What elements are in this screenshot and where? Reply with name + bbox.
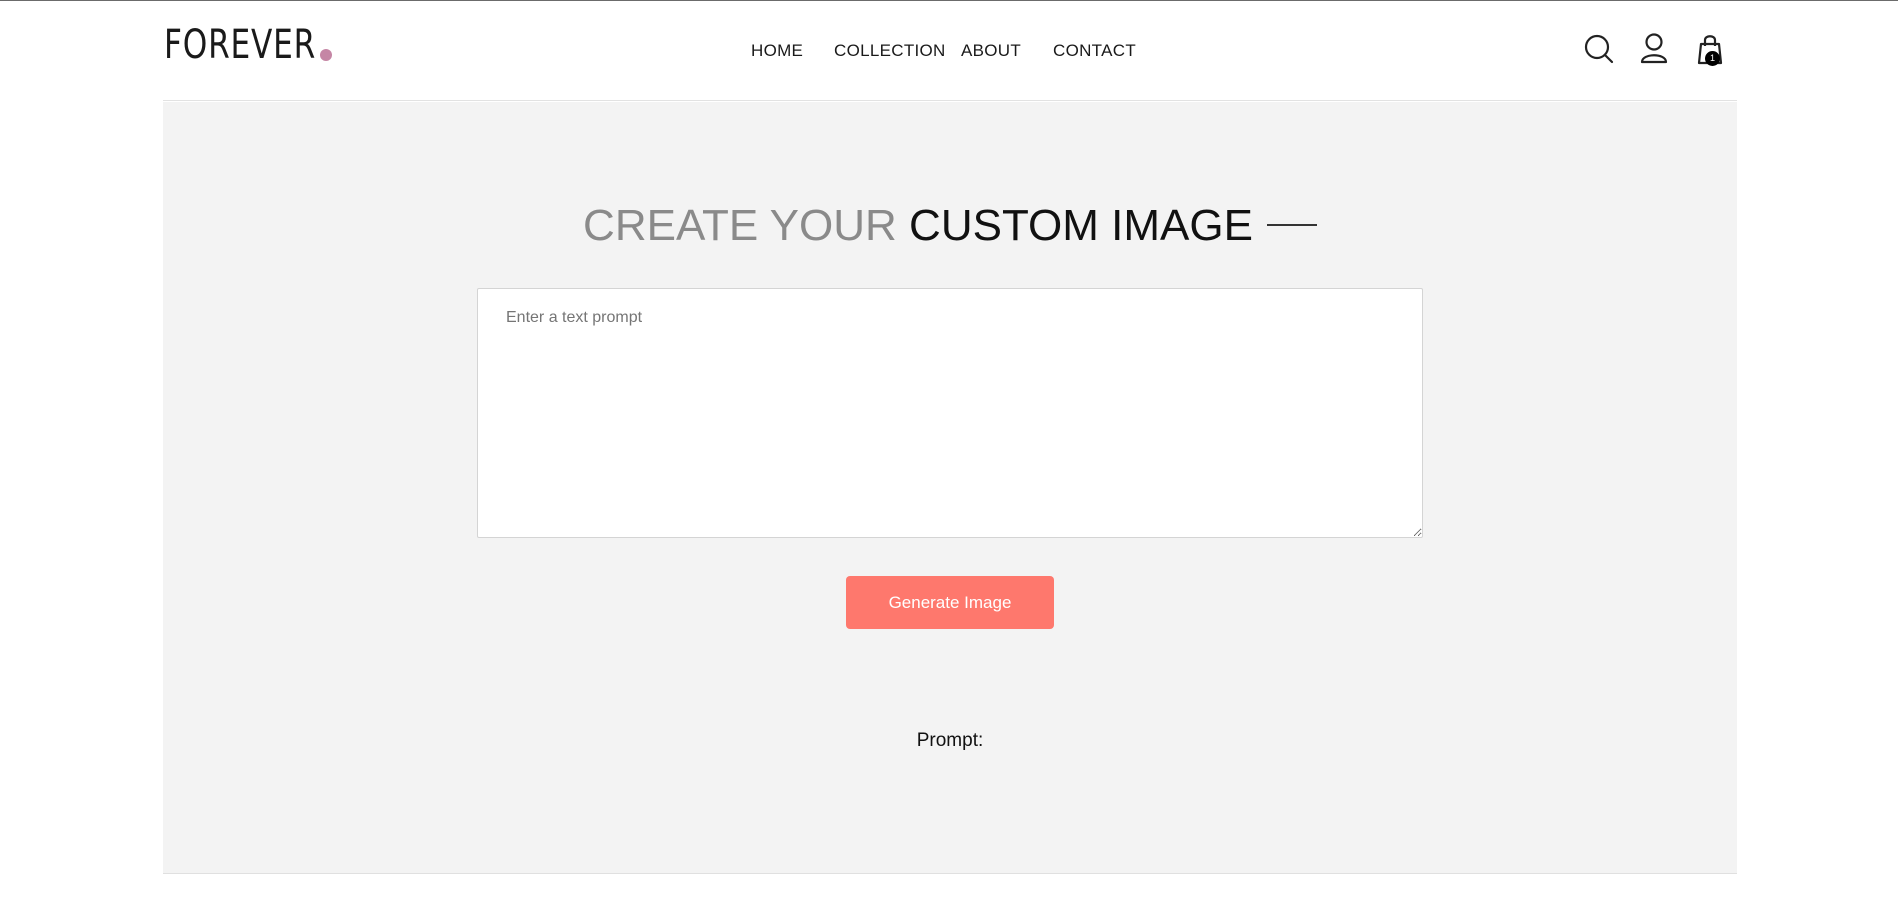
nav-about[interactable]: ABOUT (961, 41, 1021, 61)
nav-contact[interactable]: CONTACT (1053, 41, 1136, 61)
cart-count-badge: 1 (1705, 51, 1720, 66)
page-title: CREATE YOUR CUSTOM IMAGE (163, 198, 1737, 254)
nav-collection[interactable]: COLLECTION (834, 41, 946, 61)
prompt-input[interactable] (477, 288, 1423, 538)
main-content: CREATE YOUR CUSTOM IMAGE Generate Image … (163, 102, 1737, 874)
header-icons: 1 (1583, 32, 1743, 72)
search-icon[interactable] (1583, 32, 1617, 66)
site-header: FOREVER HOME COLLECTION ABOUT CONTACT 1 (163, 1, 1737, 101)
title-light: CREATE YOUR (583, 201, 897, 250)
title-dark: CUSTOM IMAGE (909, 201, 1253, 250)
user-icon[interactable] (1637, 32, 1671, 66)
generate-image-button[interactable]: Generate Image (846, 576, 1054, 629)
prompt-label: Prompt: (916, 730, 984, 751)
logo[interactable]: FOREVER (164, 25, 332, 65)
nav-home[interactable]: HOME (751, 41, 803, 61)
title-underline (1266, 224, 1317, 227)
logo-text: FOREVER (164, 22, 317, 68)
logo-dot (320, 49, 332, 61)
